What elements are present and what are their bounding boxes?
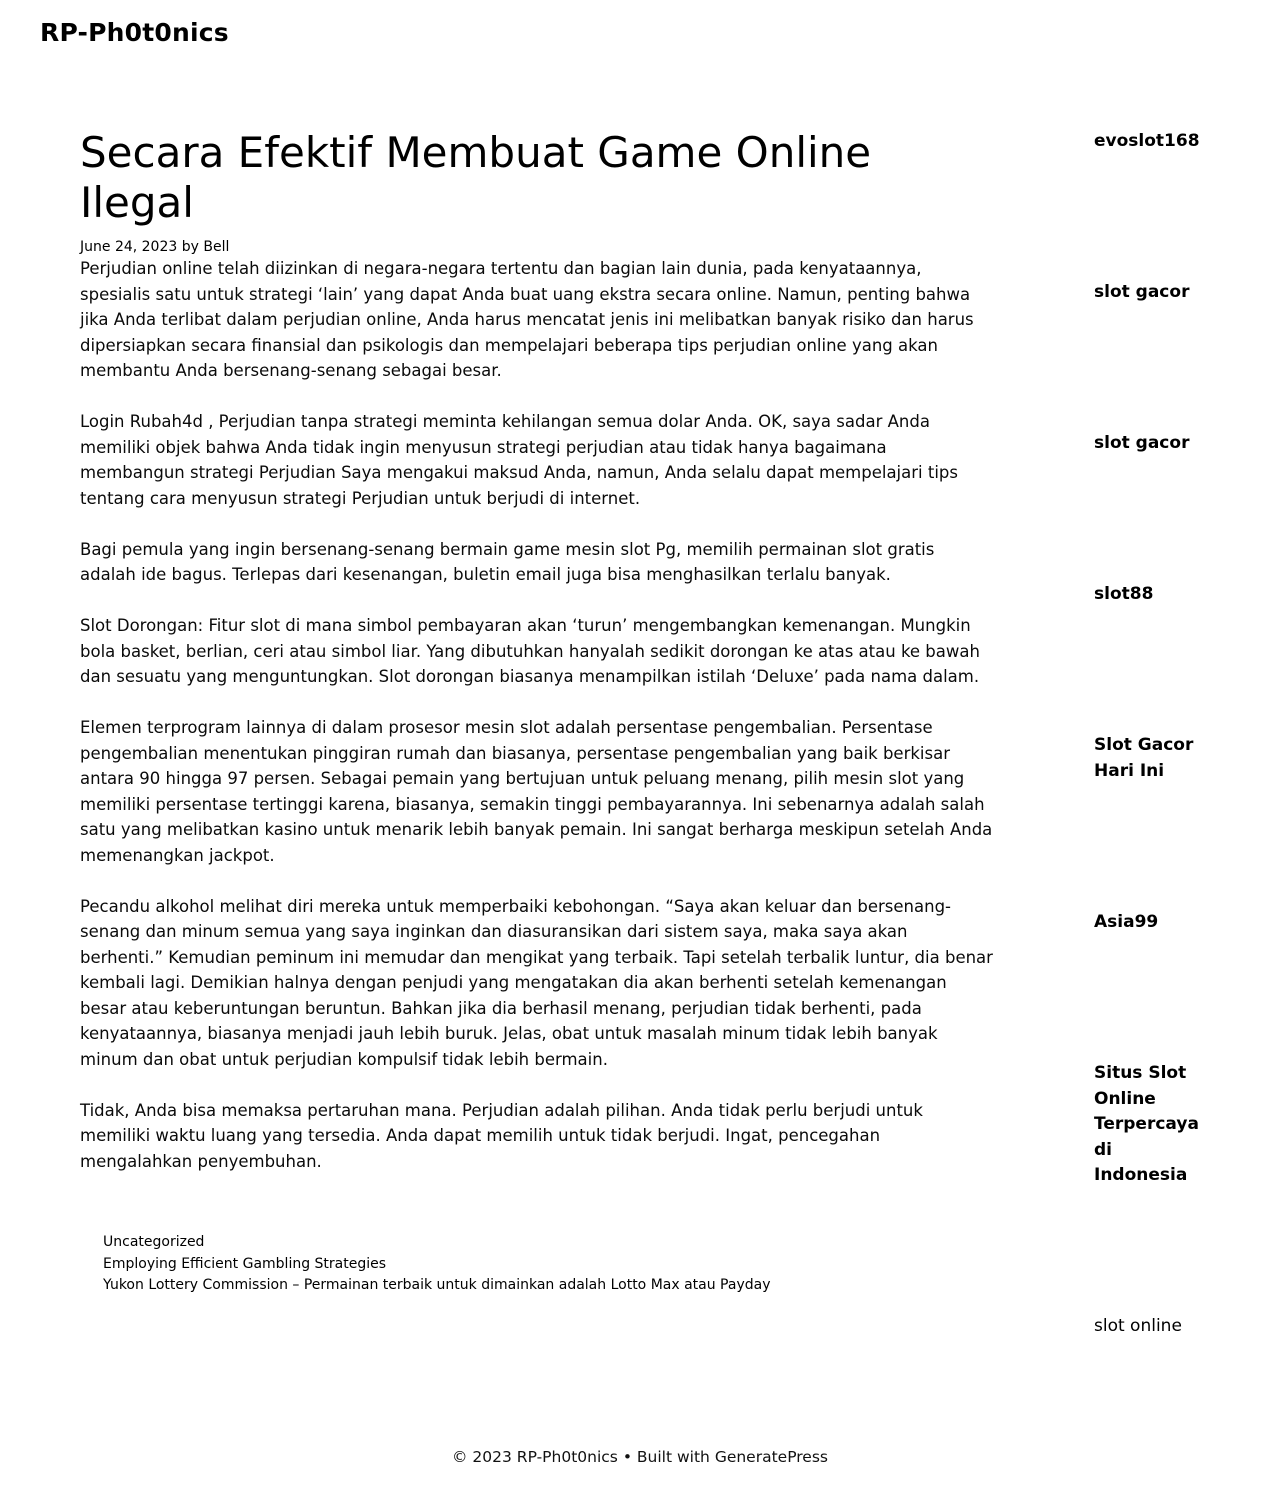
post-title: Secara Efektif Membuat Game Online Ilega… bbox=[80, 128, 872, 227]
footer-built-with: Built with bbox=[636, 1448, 710, 1466]
post-paragraph: Elemen terprogram lainnya di dalam prose… bbox=[80, 718, 993, 865]
sidebar-link-evoslot168[interactable]: evoslot168 bbox=[1094, 129, 1254, 155]
previous-post-link[interactable]: Employing Efficient Gambling Strategies bbox=[103, 1254, 973, 1276]
post-paragraph: Perjudian online telah diizinkan di nega… bbox=[80, 259, 974, 380]
post-paragraph: Bagi pemula yang ingin bersenang-senang … bbox=[80, 539, 935, 585]
sidebar-link-asia99[interactable]: Asia99 bbox=[1094, 910, 1254, 936]
post-paragraph: Slot Dorongan: Fitur slot di mana simbol… bbox=[80, 616, 980, 686]
footer-theme-link[interactable]: GeneratePress bbox=[715, 1448, 828, 1466]
sidebar-link-situs-slot-online[interactable]: Situs Slot Online Terpercaya di Indonesi… bbox=[1094, 1061, 1206, 1189]
post-author[interactable]: Bell bbox=[203, 239, 229, 255]
post-meta: June 24, 2023 by Bell bbox=[80, 238, 995, 256]
post-navigation: Uncategorized Employing Efficient Gambli… bbox=[103, 1232, 973, 1297]
footer-copyright: © 2023 RP-Ph0t0nics bbox=[452, 1448, 618, 1466]
category-link[interactable]: Uncategorized bbox=[103, 1232, 973, 1254]
post-by-label: by bbox=[181, 239, 199, 255]
article: Secara Efektif Membuat Game Online Ilega… bbox=[80, 128, 995, 1174]
post-date[interactable]: June 24, 2023 bbox=[80, 239, 177, 255]
post-paragraph: Login Rubah4d , Perjudian tanpa strategi… bbox=[80, 412, 958, 508]
sidebar-link-slot-online[interactable]: slot online bbox=[1094, 1314, 1254, 1340]
post-content: Perjudian online telah diizinkan di nega… bbox=[80, 256, 995, 1174]
sidebar-link-slot88[interactable]: slot88 bbox=[1094, 582, 1254, 608]
next-post-link[interactable]: Yukon Lottery Commission – Permainan ter… bbox=[103, 1275, 973, 1297]
site-title-link[interactable]: RP-Ph0t0nics bbox=[40, 18, 229, 47]
sidebar-link-slot-gacor[interactable]: slot gacor bbox=[1094, 280, 1254, 306]
sidebar-link-slot-gacor-hari-ini[interactable]: Slot Gacor Hari Ini bbox=[1094, 733, 1204, 784]
sidebar-link-slot-gacor-2[interactable]: slot gacor bbox=[1094, 431, 1254, 457]
footer-separator: • bbox=[622, 1448, 632, 1466]
post-paragraph: Tidak, Anda bisa memaksa pertaruhan mana… bbox=[80, 1100, 923, 1171]
site-footer: © 2023 RP-Ph0t0nics • Built with Generat… bbox=[0, 1446, 1280, 1468]
post-paragraph: Pecandu alkohol melihat diri mereka untu… bbox=[80, 896, 993, 1069]
